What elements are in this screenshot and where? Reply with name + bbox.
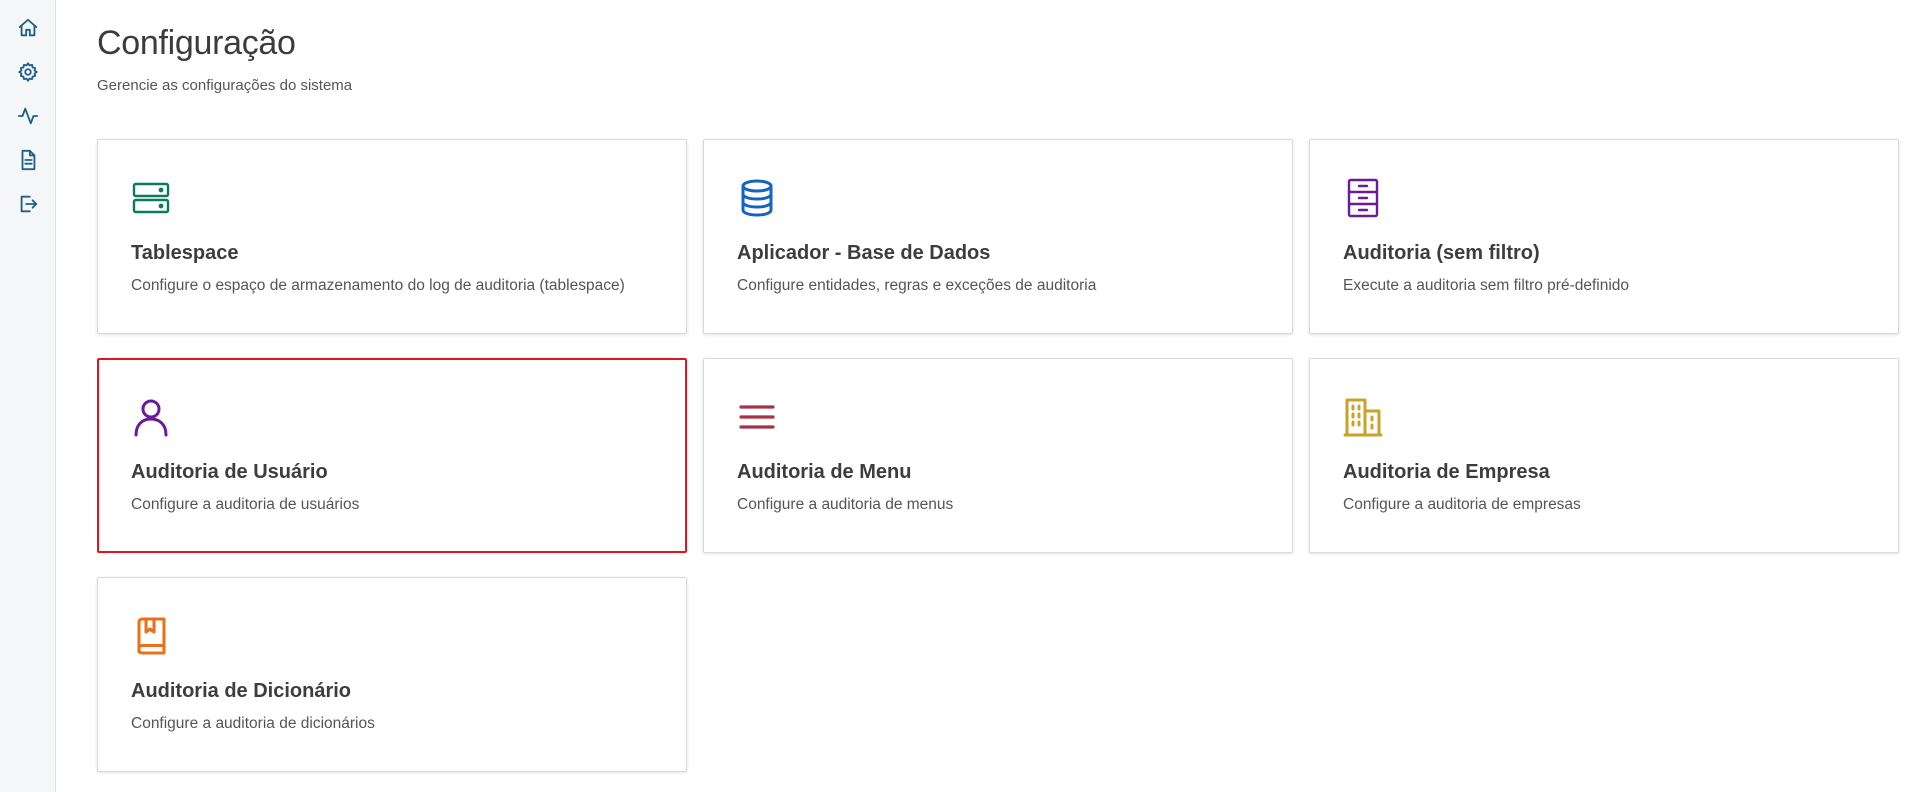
card-auditoria-de-menu[interactable]: Auditoria de Menu Configure a auditoria …: [703, 358, 1293, 553]
user-icon: [131, 397, 171, 437]
config-cards-grid: Tablespace Configure o espaço de armazen…: [97, 139, 1905, 772]
sidebar-item-logout[interactable]: [8, 184, 48, 224]
page-subtitle: Gerencie as configurações do sistema: [97, 77, 353, 94]
activity-icon: [17, 107, 38, 125]
card-title: Auditoria de Menu: [737, 461, 912, 483]
card-title: Auditoria de Empresa: [1343, 461, 1550, 483]
card-description: Configure a auditoria de menus: [737, 496, 954, 513]
card-title: Aplicador - Base de Dados: [737, 242, 991, 264]
card-description: Execute a auditoria sem filtro pré-defin…: [1343, 277, 1630, 294]
home-icon: [18, 18, 37, 37]
card-description: Configure a auditoria de empresas: [1343, 496, 1581, 513]
card-title: Auditoria (sem filtro): [1343, 242, 1540, 264]
document-icon: [21, 149, 35, 171]
card-auditoria-de-dicionario[interactable]: Auditoria de Dicionário Configure a audi…: [97, 577, 687, 772]
page-title: Configuração: [97, 24, 296, 62]
sidebar-item-document[interactable]: [8, 140, 48, 180]
sidebar: [0, 0, 56, 792]
card-title: Tablespace: [131, 242, 239, 264]
card-description: Configure entidades, regras e exceções d…: [737, 277, 1097, 294]
card-title: Auditoria de Dicionário: [131, 680, 352, 702]
menu-icon: [737, 397, 777, 437]
card-tablespace[interactable]: Tablespace Configure o espaço de armazen…: [97, 139, 687, 334]
sidebar-item-settings[interactable]: [8, 52, 48, 92]
book-icon: [131, 616, 171, 656]
server-icon: [131, 178, 171, 218]
card-auditoria-de-empresa[interactable]: Auditoria de Empresa Configure a auditor…: [1309, 358, 1899, 553]
card-description: Configure a auditoria de usuários: [131, 496, 360, 513]
main-content: Configuração Gerencie as configurações d…: [56, 0, 1909, 792]
database-icon: [737, 178, 777, 218]
sidebar-item-home[interactable]: [8, 8, 48, 48]
card-title: Auditoria de Usuário: [131, 461, 328, 483]
card-aplicador-base-de-dados[interactable]: Aplicador - Base de Dados Configure enti…: [703, 139, 1293, 334]
card-description: Configure o espaço de armazenamento do l…: [131, 277, 625, 294]
card-auditoria-sem-filtro[interactable]: Auditoria (sem filtro) Execute a auditor…: [1309, 139, 1899, 334]
card-auditoria-de-usuario[interactable]: Auditoria de Usuário Configure a auditor…: [97, 358, 687, 553]
archive-icon: [1343, 178, 1383, 218]
sidebar-item-activity[interactable]: [8, 96, 48, 136]
app-root: Configuração Gerencie as configurações d…: [0, 0, 1909, 792]
gear-icon: [17, 62, 38, 82]
card-description: Configure a auditoria de dicionários: [131, 715, 375, 732]
logout-icon: [20, 195, 37, 213]
building-icon: [1343, 397, 1383, 437]
